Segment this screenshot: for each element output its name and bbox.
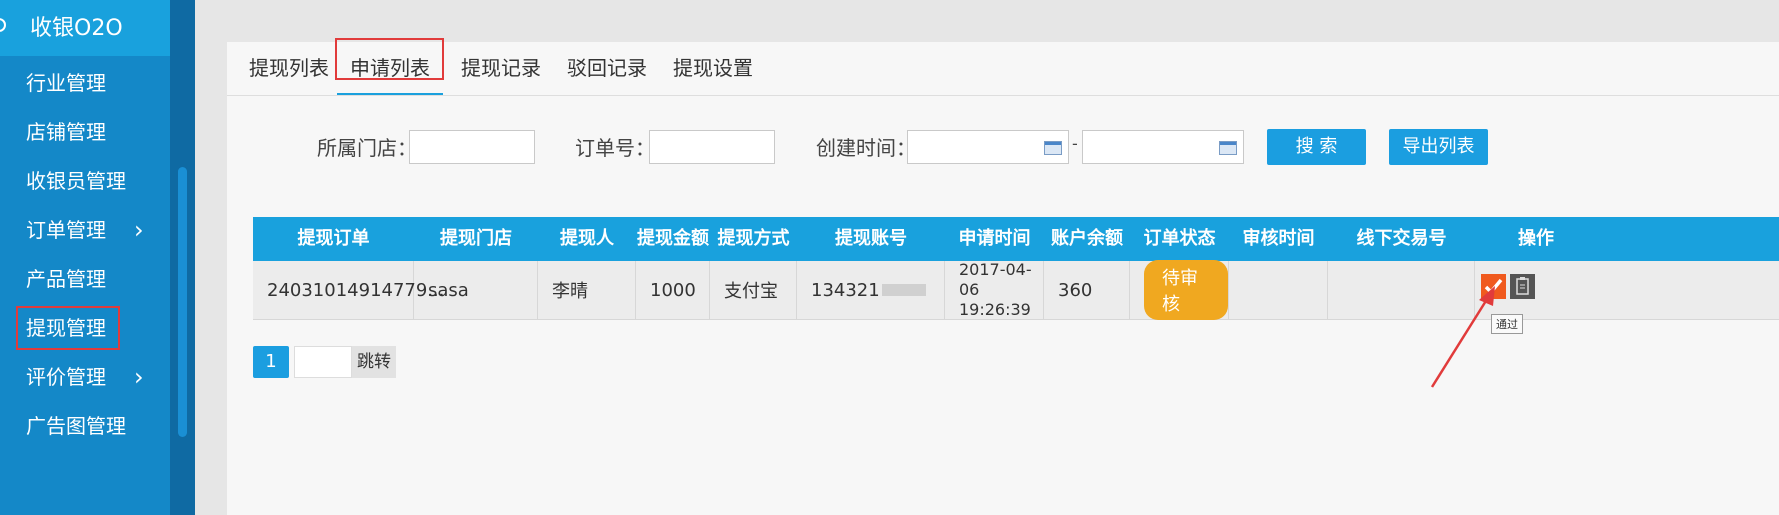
- calendar-icon[interactable]: [1219, 141, 1237, 155]
- chevron-right-icon: ›: [134, 363, 144, 391]
- cell-order: 24031014914779...: [253, 261, 445, 319]
- col-header-apply-time: 申请时间: [958, 228, 1031, 249]
- sidebar-item-reviews[interactable]: 评价管理 ›: [26, 357, 166, 397]
- col-header-status: 订单状态: [1143, 228, 1216, 249]
- apply-date-part: 2017-04-: [959, 260, 1032, 279]
- sidebar-item-label: 产品管理: [26, 267, 106, 291]
- tab-rejected-records[interactable]: 驳回记录: [567, 42, 647, 95]
- cell-apply-time: 2017-04- 06 19:26:39: [945, 260, 1044, 319]
- cell-review-time: [1229, 261, 1328, 319]
- store-filter-label: 所属门店：: [317, 136, 417, 160]
- export-list-button[interactable]: 导出列表: [1389, 129, 1488, 165]
- col-header-balance: 账户余额: [1051, 228, 1123, 249]
- calendar-icon[interactable]: [1044, 141, 1062, 155]
- cell-balance: 360: [1044, 261, 1130, 319]
- cell-method: 支付宝: [710, 261, 797, 319]
- sidebar-item-stores[interactable]: 店铺管理: [26, 112, 106, 152]
- tab-bar: 提现列表 申请列表 提现记录 驳回记录 提现设置: [227, 38, 1779, 96]
- tab-withdraw-settings[interactable]: 提现设置: [673, 42, 753, 95]
- page-1-button[interactable]: 1: [253, 346, 289, 378]
- order-filter-input[interactable]: [649, 130, 775, 164]
- sidebar-item-label: 评价管理: [26, 365, 106, 389]
- sidebar-scrollbar[interactable]: [170, 0, 195, 515]
- col-header-account: 提现账号: [835, 228, 907, 249]
- store-filter-input[interactable]: [409, 130, 535, 164]
- page-jump-button[interactable]: 跳转: [352, 346, 396, 378]
- cell-status: 待审核: [1130, 260, 1229, 320]
- col-header-order: 提现订单: [297, 228, 370, 249]
- sidebar-title: 收银O2O: [30, 16, 123, 41]
- search-button[interactable]: 搜 索: [1267, 129, 1366, 165]
- table-row: 24031014914779... sasa 李晴 1000 支付宝 13432…: [253, 260, 1779, 320]
- sidebar-item-label: 广告图管理: [26, 414, 126, 438]
- tab-withdraw-records[interactable]: 提现记录: [461, 42, 541, 95]
- sidebar-item-label: 订单管理: [26, 218, 106, 242]
- highlight-box: [16, 306, 120, 350]
- cell-account: 134321: [797, 261, 945, 319]
- status-badge: 待审核: [1144, 260, 1228, 320]
- redacted-mask: [881, 284, 926, 296]
- clipboard-icon: [1516, 277, 1529, 295]
- sidebar-item-industry[interactable]: 行业管理: [26, 63, 106, 103]
- logo-icon: [0, 18, 6, 32]
- col-header-method: 提现方式: [717, 228, 790, 249]
- order-filter-label: 订单号：: [575, 136, 655, 160]
- apply-clock-part: 19:26:39: [959, 300, 1031, 319]
- cell-person: 李晴: [538, 261, 636, 319]
- sidebar-item-label: 收银员管理: [26, 169, 126, 193]
- sidebar-item-label: 店铺管理: [26, 120, 106, 144]
- col-header-store: 提现门店: [440, 228, 512, 249]
- sidebar-item-label: 行业管理: [26, 71, 106, 95]
- sidebar-item-banners[interactable]: 广告图管理: [26, 406, 126, 446]
- col-header-offline-no: 线下交易号: [1356, 228, 1447, 249]
- sidebar: 收银O2O 行业管理 店铺管理 收银员管理 订单管理 › 产品管理 提现管理 评价…: [0, 0, 170, 515]
- col-header-review-time: 审核时间: [1242, 228, 1315, 249]
- tab-withdraw-list[interactable]: 提现列表: [249, 42, 329, 95]
- highlight-box: [335, 38, 444, 80]
- created-time-label: 创建时间：: [816, 136, 916, 160]
- start-date-input[interactable]: [907, 130, 1069, 164]
- sidebar-header: 收银O2O: [0, 0, 170, 56]
- col-header-amount: 提现金额: [637, 228, 709, 249]
- detail-button[interactable]: [1510, 274, 1535, 299]
- chevron-right-icon: ›: [134, 216, 144, 244]
- sidebar-item-orders[interactable]: 订单管理 ›: [26, 210, 166, 250]
- date-separator: -: [1072, 134, 1078, 153]
- main-panel: 提现列表 申请列表 提现记录 驳回记录 提现设置 所属门店： 订单号： 创建时间…: [227, 38, 1779, 515]
- apply-day-part: 06: [959, 280, 980, 299]
- scrollbar-thumb[interactable]: [178, 167, 187, 437]
- end-date-input[interactable]: [1082, 130, 1244, 164]
- sidebar-item-cashiers[interactable]: 收银员管理: [26, 161, 126, 201]
- annotation-arrow-icon: [1430, 286, 1495, 388]
- cell-store: sasa: [414, 261, 538, 319]
- sidebar-item-products[interactable]: 产品管理: [26, 259, 106, 299]
- table-header: 提现订单 提现门店 提现人 提现金额 提现方式 提现账号 申请时间 账户余额 订…: [253, 217, 1779, 261]
- col-header-actions: 操作: [1518, 228, 1554, 249]
- page-jump-input[interactable]: [294, 346, 352, 378]
- account-number: 134321: [811, 279, 880, 301]
- col-header-person: 提现人: [560, 228, 614, 249]
- cell-amount: 1000: [636, 261, 710, 319]
